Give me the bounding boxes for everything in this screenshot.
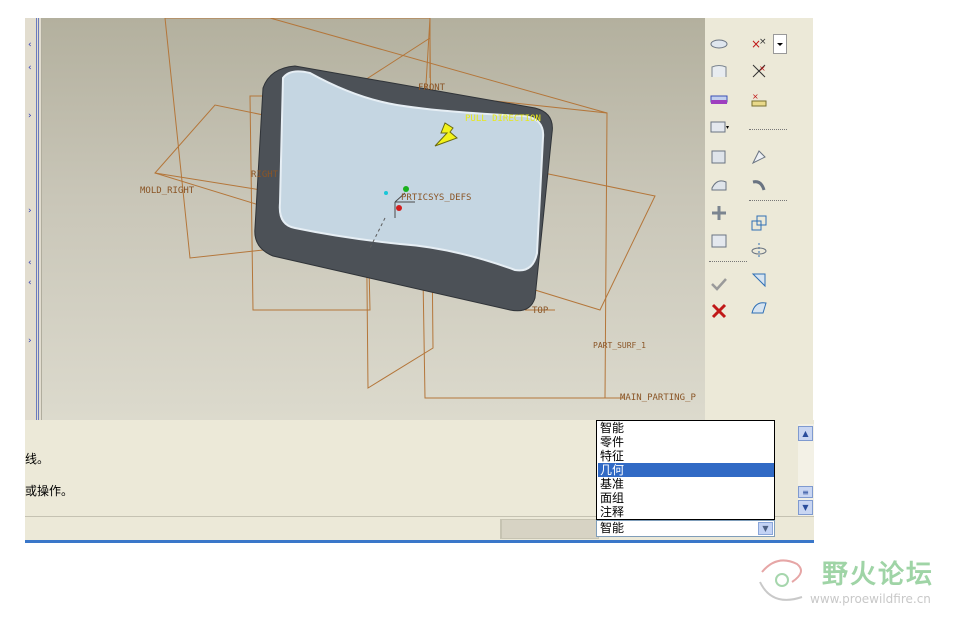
toolbar-separator (749, 129, 787, 130)
model-scene: FRONT PULL DIRECTION MOLD_RIGHT RIGHT PR… (140, 18, 696, 403)
offset-icon[interactable] (749, 148, 769, 166)
graphics-viewport[interactable]: FRONT PULL DIRECTION MOLD_RIGHT RIGHT PR… (25, 18, 705, 420)
watermark-logo (759, 559, 803, 601)
part-surf-label: PART_SURF_1 (593, 341, 646, 350)
offset-points-icon[interactable]: × (749, 90, 769, 108)
chevron-down-icon[interactable]: ▼ (758, 522, 773, 535)
blend-icon[interactable] (709, 176, 729, 194)
window-bottom-border (25, 540, 814, 543)
transform-icon[interactable] (749, 271, 769, 289)
copy-surface-icon[interactable] (709, 118, 729, 136)
merge-icon[interactable] (749, 176, 769, 194)
chevron-left-icon[interactable]: ‹ (28, 63, 32, 73)
message-scrollbar[interactable]: ▲ ≡ ▼ (798, 424, 814, 516)
extrude-icon[interactable] (709, 34, 729, 52)
toolbar-separator (709, 261, 747, 262)
chevron-right-icon[interactable]: › (28, 336, 32, 346)
filter-option[interactable]: 基准 (598, 477, 774, 491)
filter-option[interactable]: 零件 (598, 435, 774, 449)
chevron-right-icon[interactable]: › (28, 111, 32, 121)
filter-option[interactable]: 面组 (598, 491, 774, 505)
strip-border-line (36, 18, 37, 420)
scroll-up-button[interactable]: ▲ (798, 426, 813, 441)
cancel-x-icon[interactable] (709, 302, 729, 320)
toolbar-separator (749, 200, 787, 201)
svg-text:×: × (759, 64, 766, 73)
freeform-icon[interactable] (749, 299, 769, 317)
mirror-icon[interactable] (749, 242, 769, 260)
scroll-thumb[interactable]: ≡ (798, 486, 813, 498)
chevron-left-icon[interactable]: ‹ (28, 258, 32, 268)
watermark-title: 野火论坛 (822, 560, 935, 590)
chevron-left-icon[interactable]: ‹ (28, 278, 32, 288)
selection-filter-select[interactable]: 智能 ▼ (596, 520, 775, 537)
cross-points-icon[interactable]: × × (749, 34, 769, 52)
left-panel-strip[interactable]: ‹ ‹ › › ‹ ‹ › (25, 18, 42, 420)
revolve-icon[interactable] (709, 62, 729, 80)
pull-direction-label: PULL DIRECTION (465, 114, 541, 124)
filter-option[interactable]: 注释 (598, 505, 774, 519)
hole-icon[interactable] (709, 148, 729, 166)
pattern-icon[interactable] (749, 214, 769, 232)
status-cell-2 (501, 519, 599, 539)
strip-border-line-2 (38, 18, 39, 420)
chevron-left-icon[interactable]: ‹ (28, 40, 32, 50)
svg-text:×: × (759, 37, 767, 47)
filter-option-highlighted[interactable]: 几何 (598, 463, 774, 477)
filter-option[interactable]: 智能 (598, 421, 774, 435)
mold-right-label: MOLD_RIGHT (140, 186, 195, 196)
forum-watermark: 野火论坛 www.proewildfire.cn (752, 552, 952, 610)
chevron-down-icon[interactable] (773, 34, 787, 54)
datum-points-icon[interactable]: × (749, 62, 769, 80)
right-label: RIGHT (251, 170, 279, 180)
chevron-right-icon[interactable]: › (28, 206, 32, 216)
fill-icon[interactable] (709, 204, 729, 222)
filter-option[interactable]: 特征 (598, 449, 774, 463)
scroll-down-button[interactable]: ▼ (798, 500, 813, 515)
csys-label: PRTICSYS_DEFS (401, 193, 471, 203)
message-line: 或操作。 (25, 484, 74, 498)
message-line: 线。 (25, 452, 50, 466)
filter-selected-value: 智能 (600, 521, 625, 535)
watermark-url: www.proewildfire.cn (810, 592, 931, 606)
extend-icon[interactable] (709, 232, 729, 250)
feature-toolbar: × × × × (705, 18, 813, 420)
front-label: FRONT (418, 83, 446, 93)
filter-dropdown-list[interactable]: 智能 零件 特征 几何 基准 面组 注释 (596, 420, 775, 520)
main-parting-label: MAIN_PARTING_P (620, 393, 696, 403)
svg-text:×: × (752, 92, 759, 101)
top-label: TOP (532, 306, 549, 316)
sweep-icon[interactable] (709, 90, 729, 108)
ok-check-icon[interactable] (709, 275, 729, 293)
